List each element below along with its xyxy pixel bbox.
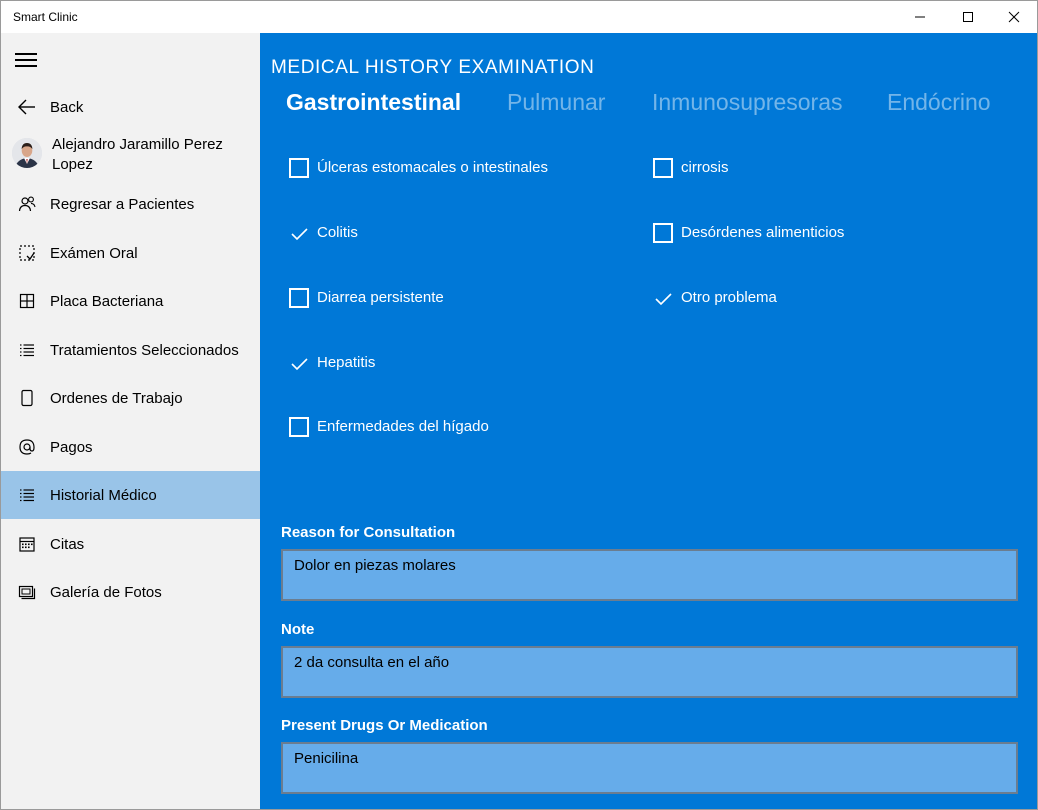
checkbox-label: Hepatitis [317,354,376,371]
sidebar: Back Alejandro Jaramillo Perez Lopez Reg… [1,33,260,809]
sidebar-item-historial-medico[interactable]: Historial Médico [1,471,260,519]
checkbox-unchecked [289,417,309,437]
at-icon [17,437,37,457]
hamburger-menu-icon[interactable] [15,51,37,67]
checkmark-icon [654,289,674,309]
maximize-icon [963,12,973,22]
checkbox-label: Úlceras estomacales o intestinales [317,159,548,176]
close-button[interactable] [991,1,1037,33]
minimize-icon [915,16,925,18]
tab-endocrino[interactable]: Endócrino [887,89,991,116]
sidebar-item-ordenes-de-trabajo[interactable]: Ordenes de Trabajo [1,374,260,422]
checkbox-unchecked [653,223,673,243]
checkbox-unchecked [289,158,309,178]
sidebar-item-placa-bacteriana[interactable]: Placa Bacteriana [1,277,260,325]
avatar [12,138,42,168]
sidebar-item-galeria-de-fotos[interactable]: Galería de Fotos [1,568,260,616]
tab-gastrointestinal[interactable]: Gastrointestinal [286,89,461,116]
sidebar-item-tratamientos-seleccionados[interactable]: Tratamientos Seleccionados [1,326,260,374]
title-bar: Smart Clinic [1,1,1037,33]
checkbox-unchecked [653,158,673,178]
app-window: Smart Clinic Back Alejandro Jaramillo Pe… [0,0,1038,810]
sidebar-item-label: Pagos [50,438,93,456]
sidebar-item-regresar-a-pacientes[interactable]: Regresar a Pacientes [1,180,260,228]
photos-icon [17,582,37,602]
sidebar-item-label: Tratamientos Seleccionados [50,341,239,359]
checkbox-label: Desórdenes alimenticios [681,224,845,241]
phone-icon [17,388,37,408]
sidebar-item-label: Historial Médico [50,486,157,504]
checkbox-label: Diarrea persistente [317,289,444,306]
drugs-label: Present Drugs Or Medication [281,717,488,734]
sidebar-item-pagos[interactable]: Pagos [1,423,260,471]
maximize-button[interactable] [945,1,991,33]
reason-label: Reason for Consultation [281,524,456,541]
sidebar-item-label: Galería de Fotos [50,583,162,601]
reason-field[interactable]: Dolor en piezas molares [281,549,1018,601]
people-icon [17,194,37,214]
sidebar-item-label: Ordenes de Trabajo [50,389,183,407]
sidebar-item-citas[interactable]: Citas [1,520,260,568]
sidebar-item-label: Exámen Oral [50,244,138,262]
minimize-button[interactable] [897,1,943,33]
sidebar-item-label: Citas [50,535,85,553]
page-title: MEDICAL HISTORY EXAMINATION [271,57,595,78]
list-icon [17,485,37,505]
main-content: MEDICAL HISTORY EXAMINATION Gastrointest… [260,33,1037,809]
checkbox-unchecked [289,288,309,308]
checkbox-label: Colitis [317,224,358,241]
back-button[interactable]: Back [1,83,260,131]
note-field[interactable]: 2 da consulta en el año [281,646,1018,698]
checkbox-label: cirrosis [681,159,729,176]
checkbox-label: Enfermedades del hígado [317,418,489,435]
calendar-icon [17,534,37,554]
app-title: Smart Clinic [13,10,78,24]
sidebar-item-label: Placa Bacteriana [50,292,164,310]
oral-exam-icon [17,243,37,263]
back-label: Back [50,98,84,116]
list-icon [17,340,37,360]
back-arrow-icon [17,97,37,117]
checkbox-label: Otro problema [681,289,777,306]
tab-pulmunar[interactable]: Pulmunar [507,89,605,116]
drugs-field[interactable]: Penicilina [281,742,1018,794]
checkmark-icon [290,224,310,244]
checkmark-icon [290,354,310,374]
note-label: Note [281,621,315,638]
user-name: Alejandro Jaramillo Perez Lopez [52,136,223,173]
sidebar-item-examen-oral[interactable]: Exámen Oral [1,229,260,277]
close-icon [1008,11,1020,23]
sidebar-item-label: Regresar a Pacientes [50,195,195,213]
tab-inmunosupresoras[interactable]: Inmunosupresoras [652,89,843,116]
grid-icon [17,291,37,311]
